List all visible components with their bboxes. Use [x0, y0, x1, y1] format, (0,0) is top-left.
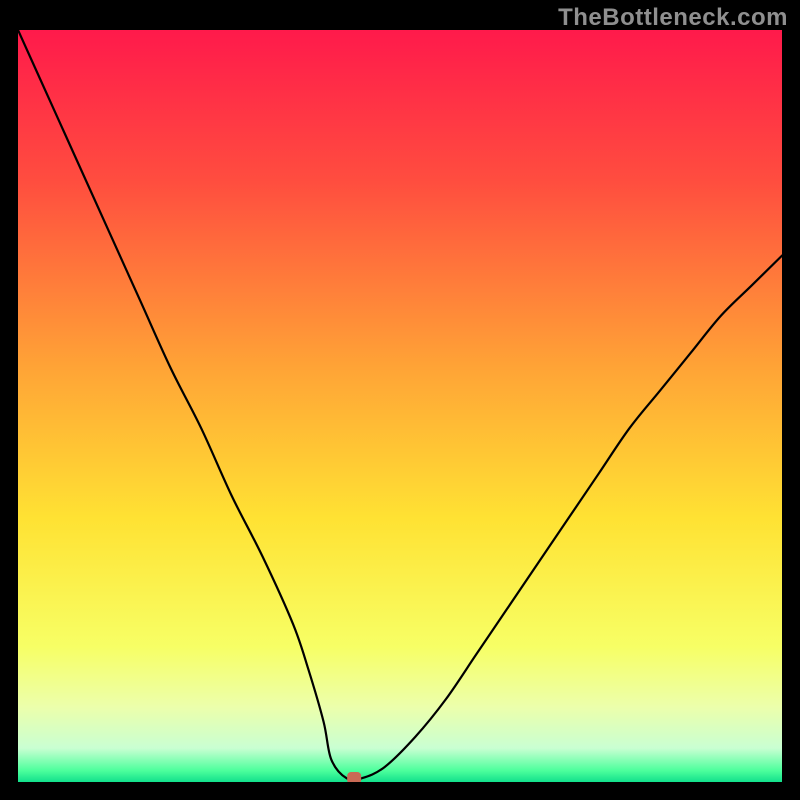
plot-area [18, 30, 782, 782]
minimum-marker [347, 772, 361, 782]
gradient-background [18, 30, 782, 782]
bottleneck-chart [18, 30, 782, 782]
watermark-text: TheBottleneck.com [558, 4, 788, 32]
chart-frame: TheBottleneck.com [0, 0, 800, 800]
